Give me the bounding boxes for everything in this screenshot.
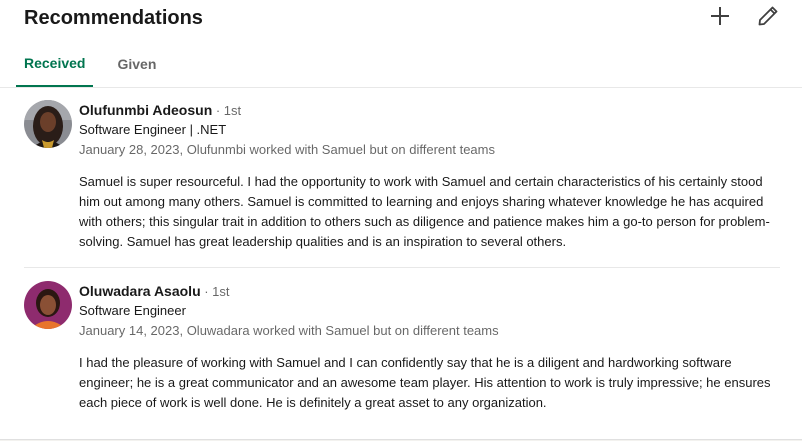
recommender-headline: Software Engineer	[79, 303, 186, 318]
avatar[interactable]	[24, 281, 72, 329]
recommendation-tabs: Received Given	[16, 40, 164, 88]
avatar-image	[24, 100, 72, 148]
avatar-image	[24, 281, 72, 329]
recommendation-item: Oluwadara Asaolu · 1st Software Engineer…	[24, 281, 780, 421]
name-line: Olufunmbi Adeosun · 1st	[79, 100, 780, 120]
recommender-name[interactable]: Oluwadara Asaolu	[79, 283, 201, 299]
recommendation-body: Olufunmbi Adeosun · 1st Software Enginee…	[79, 100, 780, 252]
recommendation-body: Oluwadara Asaolu · 1st Software Engineer…	[79, 281, 780, 413]
avatar[interactable]	[24, 100, 72, 148]
connection-degree: · 1st	[200, 284, 230, 299]
recommendation-item: Olufunmbi Adeosun · 1st Software Enginee…	[24, 100, 780, 260]
edit-recommendations-button[interactable]	[756, 4, 780, 28]
tab-given[interactable]: Given	[109, 40, 164, 87]
header-actions	[708, 4, 780, 28]
recommender-headline: Software Engineer | .NET	[79, 122, 227, 137]
recommendation-text: I had the pleasure of working with Samue…	[79, 355, 771, 410]
tab-received[interactable]: Received	[16, 40, 94, 87]
recommendation-divider	[24, 267, 780, 268]
recommendation-meta: January 28, 2023, Olufunmbi worked with …	[79, 142, 495, 157]
recommender-name[interactable]: Olufunmbi Adeosun	[79, 102, 212, 118]
name-line: Oluwadara Asaolu · 1st	[79, 281, 780, 301]
connection-degree: · 1st	[212, 103, 242, 118]
recommendation-meta: January 14, 2023, Oluwadara worked with …	[79, 323, 499, 338]
section-title: Recommendations	[24, 7, 203, 29]
pencil-icon	[758, 6, 778, 26]
plus-icon	[711, 7, 729, 25]
recommendations-card: Recommendations Received Given Olufunmbi…	[0, 0, 802, 440]
recommendation-text: Samuel is super resourceful. I had the o…	[79, 174, 770, 249]
tabs-divider	[0, 87, 802, 88]
add-recommendation-button[interactable]	[708, 4, 732, 28]
